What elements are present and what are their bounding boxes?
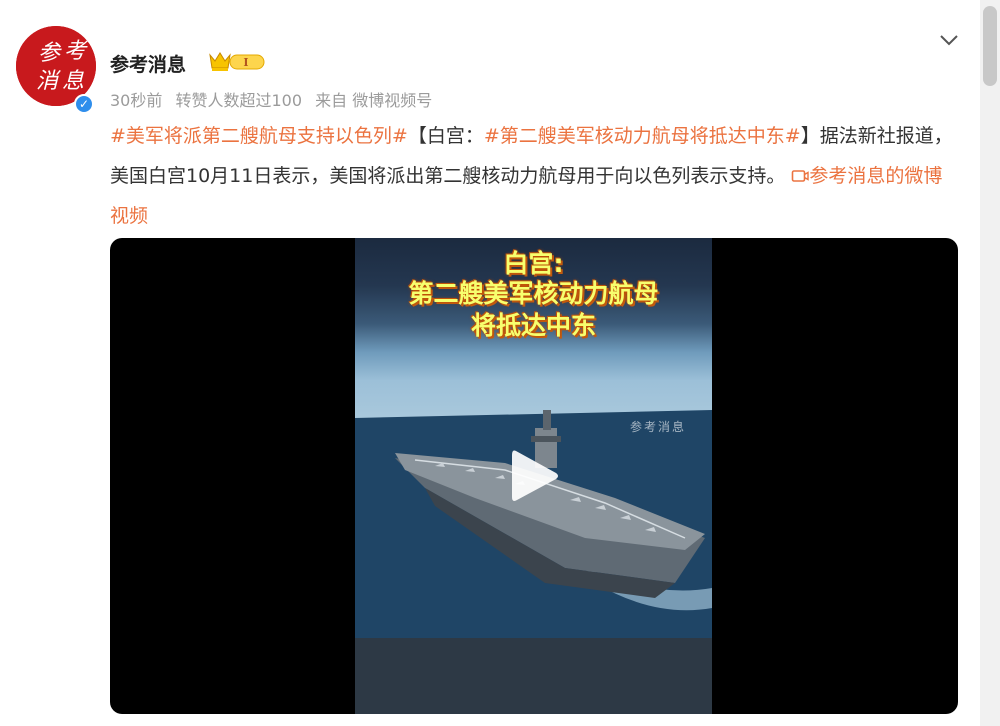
author-name[interactable]: 参考消息 <box>110 50 186 77</box>
weibo-post-card: 参 考 消 息 ✓ 参考消息 I 30秒前 转赞人数超过100 来自 微博视频号… <box>0 0 980 726</box>
video-watermark: 参考消息 <box>630 420 687 434</box>
verified-check-icon: ✓ <box>74 94 94 114</box>
topic-tag-1[interactable]: #美军将派第二艘航母支持以色列# <box>110 125 408 147</box>
post-source[interactable]: 来自 微博视频号 <box>315 91 432 110</box>
scrollbar-thumb[interactable] <box>983 6 997 86</box>
post-time[interactable]: 30秒前 <box>110 91 162 110</box>
scrollbar-track[interactable] <box>980 0 1000 726</box>
avatar-char-3: 消 <box>36 69 61 94</box>
avatar-char-1: 参 <box>38 41 62 66</box>
chevron-down-icon[interactable] <box>936 30 962 50</box>
crown-level-icon[interactable]: I <box>206 49 268 73</box>
svg-text:I: I <box>243 56 248 69</box>
post-text: #美军将派第二艘航母支持以色列#【白宫：#第二艘美军核动力航母将抵达中东#】据法… <box>110 116 960 236</box>
topic-tag-2[interactable]: #第二艘美军核动力航母将抵达中东# <box>484 125 801 147</box>
video-title-line-3: 将抵达中东 <box>470 311 596 340</box>
avatar-char-4: 息 <box>62 69 84 94</box>
text-bracket: 【白宫： <box>407 125 484 147</box>
video-title-line-2: 第二艘美军核动力航母 <box>408 279 659 308</box>
avatar-char-2: 考 <box>64 39 88 64</box>
play-icon[interactable] <box>510 447 560 505</box>
post-meta: 30秒前 转赞人数超过100 来自 微博视频号 <box>110 87 440 111</box>
video-player[interactable]: 白宫: 第二艘美军核动力航母 将抵达中东 参考消息 <box>110 238 958 714</box>
repost-count: 转赞人数超过100 <box>175 91 303 110</box>
video-link-icon <box>792 170 810 182</box>
